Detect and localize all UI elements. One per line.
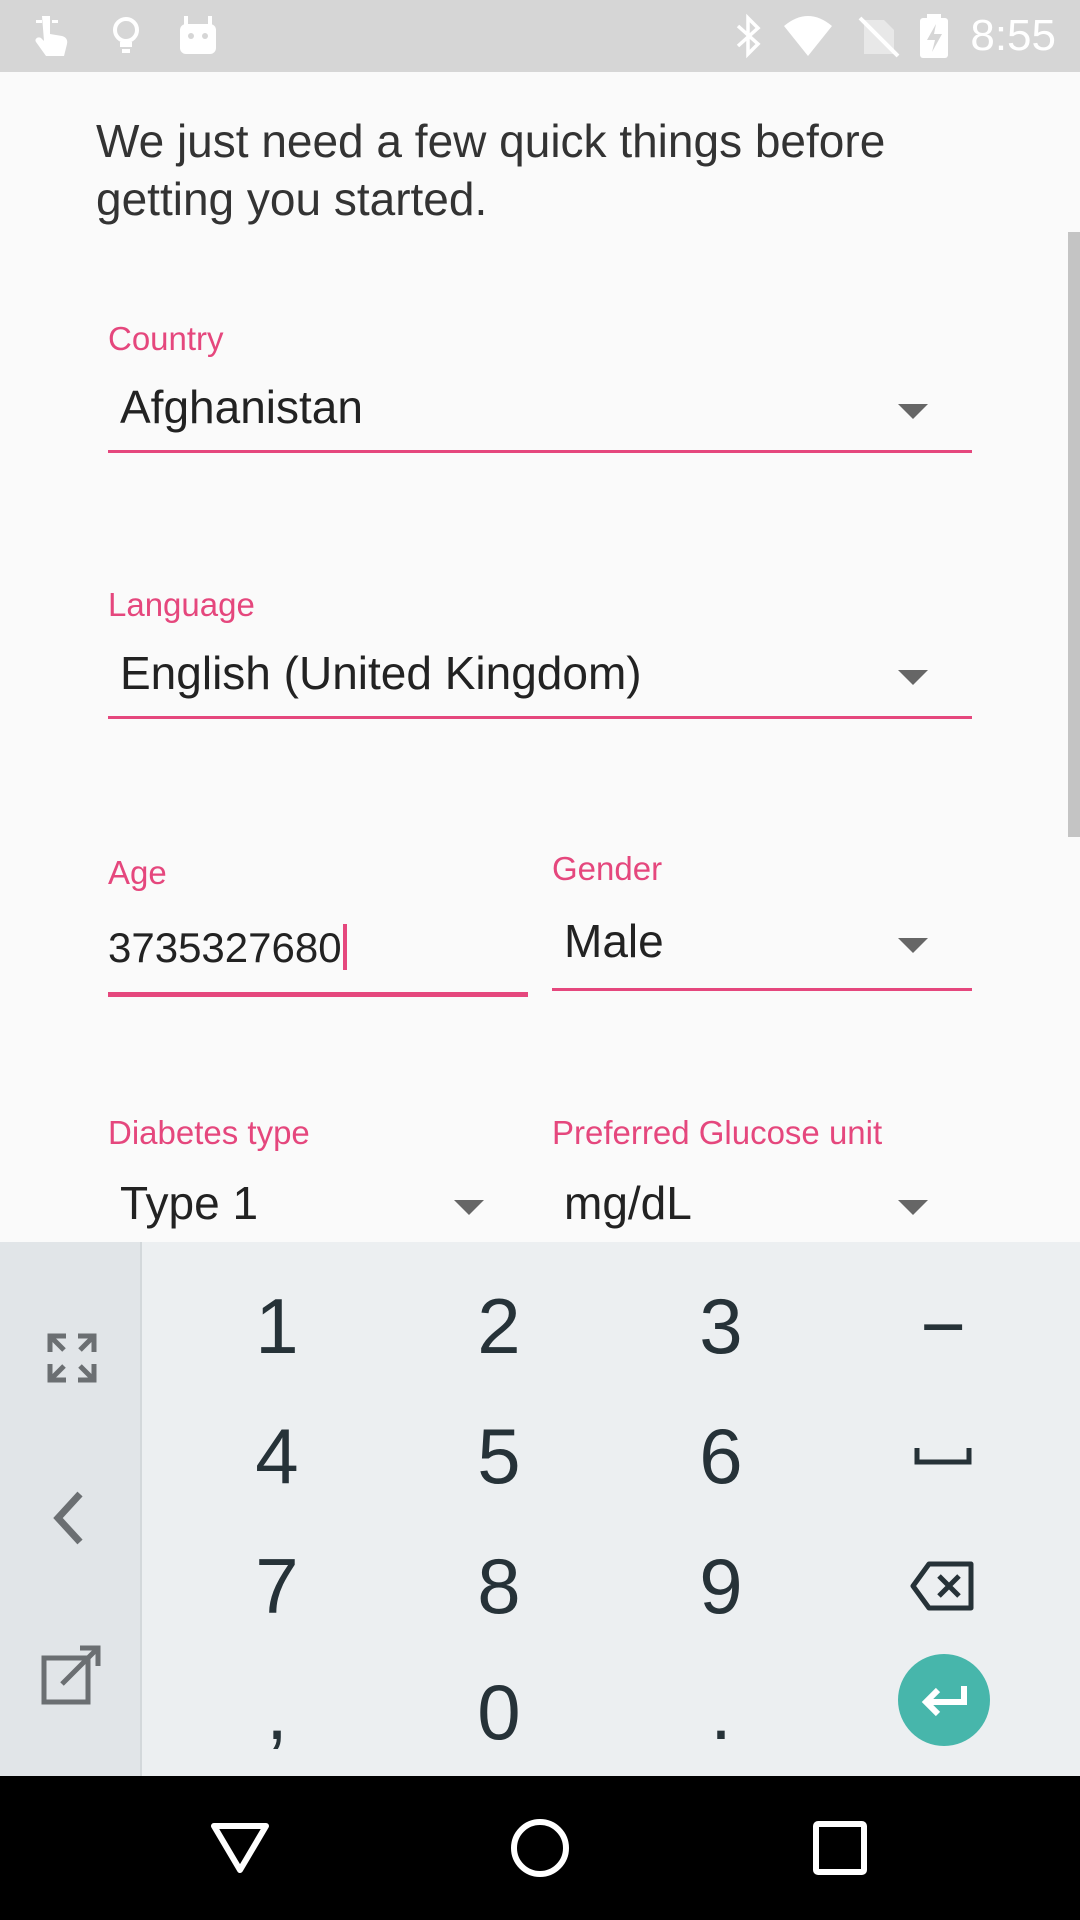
external-edit-icon[interactable] bbox=[36, 1638, 108, 1710]
status-bar: 8:55 bbox=[0, 0, 1080, 72]
no-sim-icon bbox=[854, 12, 902, 60]
key-backspace[interactable] bbox=[832, 1522, 1054, 1650]
age-field[interactable]: 3735327680 bbox=[108, 924, 347, 972]
chevron-down-icon bbox=[898, 404, 928, 419]
enter-icon bbox=[921, 1686, 967, 1717]
lightbulb-icon bbox=[102, 12, 150, 60]
key-comma[interactable]: , bbox=[166, 1648, 388, 1776]
chevron-down-icon bbox=[898, 1200, 928, 1215]
space-icon bbox=[914, 1448, 972, 1465]
diabetes-type-value: Type 1 bbox=[120, 1177, 259, 1229]
key-5[interactable]: 5 bbox=[388, 1392, 610, 1520]
gender-underline bbox=[552, 988, 972, 991]
age-underline bbox=[108, 992, 528, 997]
key-0[interactable]: 0 bbox=[388, 1648, 610, 1776]
glucose-unit-value: mg/dL bbox=[564, 1177, 692, 1229]
glucose-unit-dropdown[interactable]: Preferred Glucose unit mg/dL bbox=[552, 1114, 972, 1242]
age-label: Age bbox=[108, 854, 167, 891]
key-space[interactable] bbox=[832, 1392, 1054, 1520]
wifi-icon bbox=[782, 12, 832, 60]
chevron-down-icon bbox=[898, 938, 928, 953]
chevron-down-icon bbox=[898, 670, 928, 685]
language-label: Language bbox=[108, 586, 255, 623]
key-2[interactable]: 2 bbox=[388, 1262, 610, 1390]
key-8[interactable]: 8 bbox=[388, 1522, 610, 1650]
key-1[interactable]: 1 bbox=[166, 1262, 388, 1390]
text-cursor bbox=[342, 924, 347, 970]
gender-label: Gender bbox=[552, 850, 663, 887]
country-dropdown[interactable]: Country Afghanistan bbox=[108, 320, 972, 460]
expand-icon[interactable] bbox=[36, 1322, 108, 1394]
scrollbar[interactable] bbox=[1068, 232, 1080, 837]
key-7[interactable]: 7 bbox=[166, 1522, 388, 1650]
numeric-keyboard: 1 2 3 − 4 5 6 7 8 9 , 0 . bbox=[0, 1242, 1080, 1776]
battery-icon bbox=[914, 12, 962, 60]
android-icon bbox=[174, 12, 222, 60]
clock: 8:55 bbox=[970, 11, 1056, 60]
chevron-down-icon bbox=[454, 1200, 484, 1215]
keyboard-side-panel bbox=[0, 1242, 142, 1776]
language-underline bbox=[108, 716, 972, 719]
country-underline bbox=[108, 450, 972, 453]
gender-dropdown[interactable]: Gender Male bbox=[552, 850, 972, 1000]
key-minus[interactable]: − bbox=[832, 1262, 1054, 1390]
language-value: English (United Kingdom) bbox=[120, 647, 642, 699]
key-9[interactable]: 9 bbox=[610, 1522, 832, 1650]
enter-button[interactable] bbox=[898, 1654, 990, 1746]
country-label: Country bbox=[108, 320, 224, 357]
key-3[interactable]: 3 bbox=[610, 1262, 832, 1390]
diabetes-type-label: Diabetes type bbox=[108, 1114, 310, 1151]
navigation-bar bbox=[0, 1776, 1080, 1920]
touch-icon bbox=[28, 12, 76, 60]
language-dropdown[interactable]: Language English (United Kingdom) bbox=[108, 586, 972, 726]
back-arrow-icon[interactable] bbox=[36, 1482, 108, 1554]
backspace-icon bbox=[910, 1561, 974, 1611]
age-input[interactable]: Age 3735327680 bbox=[108, 854, 528, 1004]
key-period[interactable]: . bbox=[610, 1648, 832, 1776]
gender-value: Male bbox=[564, 915, 664, 967]
back-triangle-icon[interactable] bbox=[204, 1812, 276, 1884]
country-value: Afghanistan bbox=[120, 381, 363, 433]
age-value: 3735327680 bbox=[108, 924, 342, 971]
recents-square-icon[interactable] bbox=[804, 1812, 876, 1884]
intro-text: We just need a few quick things before g… bbox=[96, 115, 886, 225]
bluetooth-icon bbox=[724, 12, 772, 60]
key-6[interactable]: 6 bbox=[610, 1392, 832, 1520]
key-4[interactable]: 4 bbox=[166, 1392, 388, 1520]
home-circle-icon[interactable] bbox=[504, 1812, 576, 1884]
diabetes-type-dropdown[interactable]: Diabetes type Type 1 bbox=[108, 1114, 528, 1242]
onboarding-form[interactable]: We just need a few quick things before g… bbox=[0, 72, 1080, 1242]
glucose-unit-label: Preferred Glucose unit bbox=[552, 1114, 883, 1151]
